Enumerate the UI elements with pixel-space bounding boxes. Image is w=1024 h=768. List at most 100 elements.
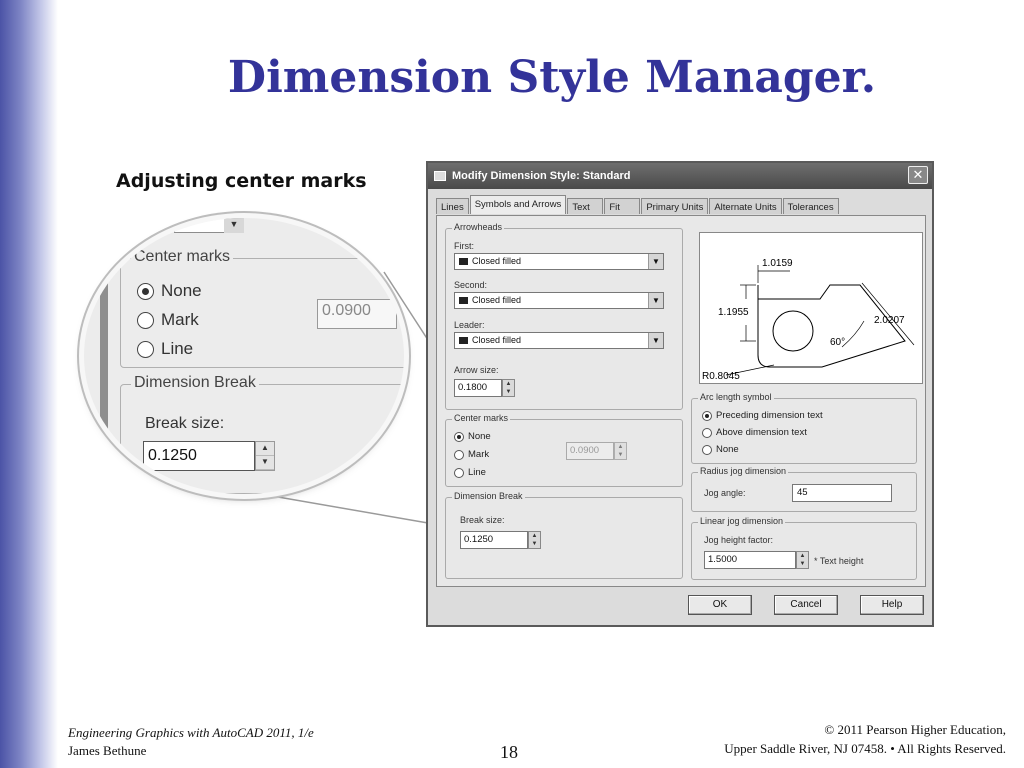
copyright-line-1: © 2011 Pearson Higher Education,	[824, 722, 1006, 737]
leader-label: Leader:	[454, 320, 485, 330]
magnifier-break-size-spinner[interactable]: ▲ ▼	[255, 441, 275, 471]
arrow-swatch-icon	[459, 337, 468, 344]
spin-up-icon: ▲	[799, 553, 806, 559]
radio-selected-icon	[454, 431, 464, 442]
magnifier-callout: ▼ Center marks None Mark Line 0.0900 Dim…	[84, 218, 404, 494]
help-button[interactable]: Help	[860, 595, 924, 615]
spin-up-icon: ▲	[531, 533, 538, 539]
arrowheads-legend: Arrowheads	[452, 222, 505, 232]
ok-button[interactable]: OK	[688, 595, 752, 615]
magnifier-center-marks-legend: Center marks	[131, 248, 234, 266]
arc-radio-none[interactable]: None	[702, 444, 739, 455]
tab-alternate-units[interactable]: Alternate Units	[709, 198, 782, 214]
jog-angle-label: Jog angle:	[704, 488, 746, 498]
spin-down-icon: ▼	[531, 541, 538, 547]
magnifier-radio-mark[interactable]: Mark	[137, 310, 199, 330]
magnifier-dimension-break-group: Dimension Break Break size: 0.1250 ▲ ▼	[120, 374, 404, 494]
center-mark-radio-none[interactable]: None	[454, 431, 491, 442]
arc-length-legend: Arc length symbol	[698, 392, 774, 402]
jog-height-factor-input[interactable]: 1.5000	[704, 551, 796, 569]
dimension-preview: 1.0159 1.1955 2.0207 60° R0.8045	[699, 232, 923, 384]
preview-drawing: 1.0159 1.1955 2.0207 60° R0.8045	[702, 258, 915, 382]
second-label: Second:	[454, 280, 488, 290]
tab-strip: Lines Symbols and Arrows Text Fit Primar…	[436, 195, 840, 214]
preview-dim-left: 1.1955	[718, 307, 749, 318]
page-number: 18	[500, 742, 518, 762]
first-arrowhead-select[interactable]: Closed filled ▼	[454, 253, 664, 270]
magnifier-center-marks-group: Center marks None Mark Line 0.0900	[120, 248, 404, 368]
center-mark-radio-mark[interactable]: Mark	[454, 449, 489, 460]
radio-icon	[702, 444, 712, 455]
text-height-suffix: * Text height	[814, 556, 864, 566]
center-marks-legend: Center marks	[452, 413, 511, 423]
copyright-line-2: Upper Saddle River, NJ 07458. • All Righ…	[724, 741, 1006, 756]
arrowheads-group: Arrowheads First: Closed filled ▼ Second:…	[445, 222, 683, 410]
spin-down-icon: ▼	[256, 456, 274, 470]
app-icon	[434, 171, 446, 181]
arrow-swatch-icon	[459, 258, 468, 265]
dialog-titlebar: Modify Dimension Style: Standard	[428, 163, 932, 189]
radius-jog-legend: Radius jog dimension	[698, 466, 789, 476]
close-button[interactable]: ✕	[908, 166, 928, 184]
radio-icon	[454, 467, 464, 478]
cancel-button[interactable]: Cancel	[774, 595, 838, 615]
spin-up-icon: ▲	[256, 442, 274, 456]
radius-jog-group: Radius jog dimension Jog angle: 45	[691, 466, 917, 512]
tab-primary-units[interactable]: Primary Units	[641, 198, 709, 214]
chevron-down-icon: ▼	[224, 218, 244, 233]
linear-jog-group: Linear jog dimension Jog height factor: …	[691, 516, 917, 580]
center-mark-size-spinner[interactable]: ▲ ▼	[614, 442, 627, 460]
magnifier-dimension-break-legend: Dimension Break	[131, 374, 259, 392]
modify-dimension-style-dialog: Modify Dimension Style: Standard ✕ Lines…	[426, 161, 934, 627]
radio-icon	[137, 340, 154, 358]
dimension-break-legend: Dimension Break	[452, 491, 525, 501]
spin-down-icon: ▼	[799, 561, 806, 567]
tab-fit[interactable]: Fit	[604, 198, 641, 214]
tab-tolerances[interactable]: Tolerances	[782, 198, 839, 214]
preview-dim-slant: 2.0207	[874, 315, 905, 326]
footer-author: James Bethune	[68, 743, 147, 758]
footer-left: Engineering Graphics with AutoCAD 2011, …	[68, 724, 314, 760]
magnifier-center-mark-size-field[interactable]: 0.0900	[317, 299, 397, 329]
preview-radius: R0.8045	[702, 371, 740, 382]
break-size-spinner[interactable]: ▲ ▼	[528, 531, 541, 549]
jog-height-factor-label: Jog height factor:	[704, 535, 774, 545]
radio-selected-icon	[137, 282, 154, 300]
arc-radio-above[interactable]: Above dimension text	[702, 427, 807, 438]
arrow-size-spinner[interactable]: ▲ ▼	[502, 379, 515, 397]
break-size-label: Break size:	[460, 515, 505, 525]
radio-icon	[702, 427, 712, 438]
dialog-title: Modify Dimension Style: Standard	[452, 170, 631, 182]
arrow-swatch-icon	[459, 297, 468, 304]
magnifier-break-size-label: Break size:	[145, 415, 225, 432]
spin-up-icon: ▲	[617, 444, 624, 450]
tab-text[interactable]: Text	[567, 198, 604, 214]
arrow-size-label: Arrow size:	[454, 365, 499, 375]
break-size-input[interactable]: 0.1250	[460, 531, 528, 549]
radio-icon	[137, 311, 154, 329]
tab-lines[interactable]: Lines	[436, 198, 469, 214]
jog-angle-input[interactable]: 45	[792, 484, 892, 502]
arc-radio-preceding[interactable]: Preceding dimension text	[702, 410, 823, 421]
tab-symbols-and-arrows[interactable]: Symbols and Arrows	[469, 195, 567, 214]
linear-jog-legend: Linear jog dimension	[698, 516, 786, 526]
center-mark-size-input[interactable]: 0.0900	[566, 442, 614, 460]
magnifier-radio-none[interactable]: None	[137, 281, 202, 301]
chevron-down-icon: ▼	[648, 333, 663, 348]
preview-angle: 60°	[830, 337, 845, 348]
radio-selected-icon	[702, 410, 712, 421]
spin-down-icon: ▼	[505, 389, 512, 395]
center-mark-radio-line[interactable]: Line	[454, 467, 486, 478]
arrow-size-input[interactable]: 0.1800	[454, 379, 502, 397]
leader-arrowhead-select[interactable]: Closed filled ▼	[454, 332, 664, 349]
radio-icon	[454, 449, 464, 460]
arc-length-symbol-group: Arc length symbol Preceding dimension te…	[691, 392, 917, 464]
chevron-down-icon: ▼	[648, 293, 663, 308]
chevron-down-icon: ▼	[648, 254, 663, 269]
jog-height-factor-spinner[interactable]: ▲ ▼	[796, 551, 809, 569]
second-arrowhead-select[interactable]: Closed filled ▼	[454, 292, 664, 309]
magnifier-break-size-field[interactable]: 0.1250	[143, 441, 255, 471]
footer-book-title: Engineering Graphics with AutoCAD 2011, …	[68, 725, 314, 740]
magnifier-radio-line[interactable]: Line	[137, 339, 193, 359]
first-label: First:	[454, 241, 474, 251]
